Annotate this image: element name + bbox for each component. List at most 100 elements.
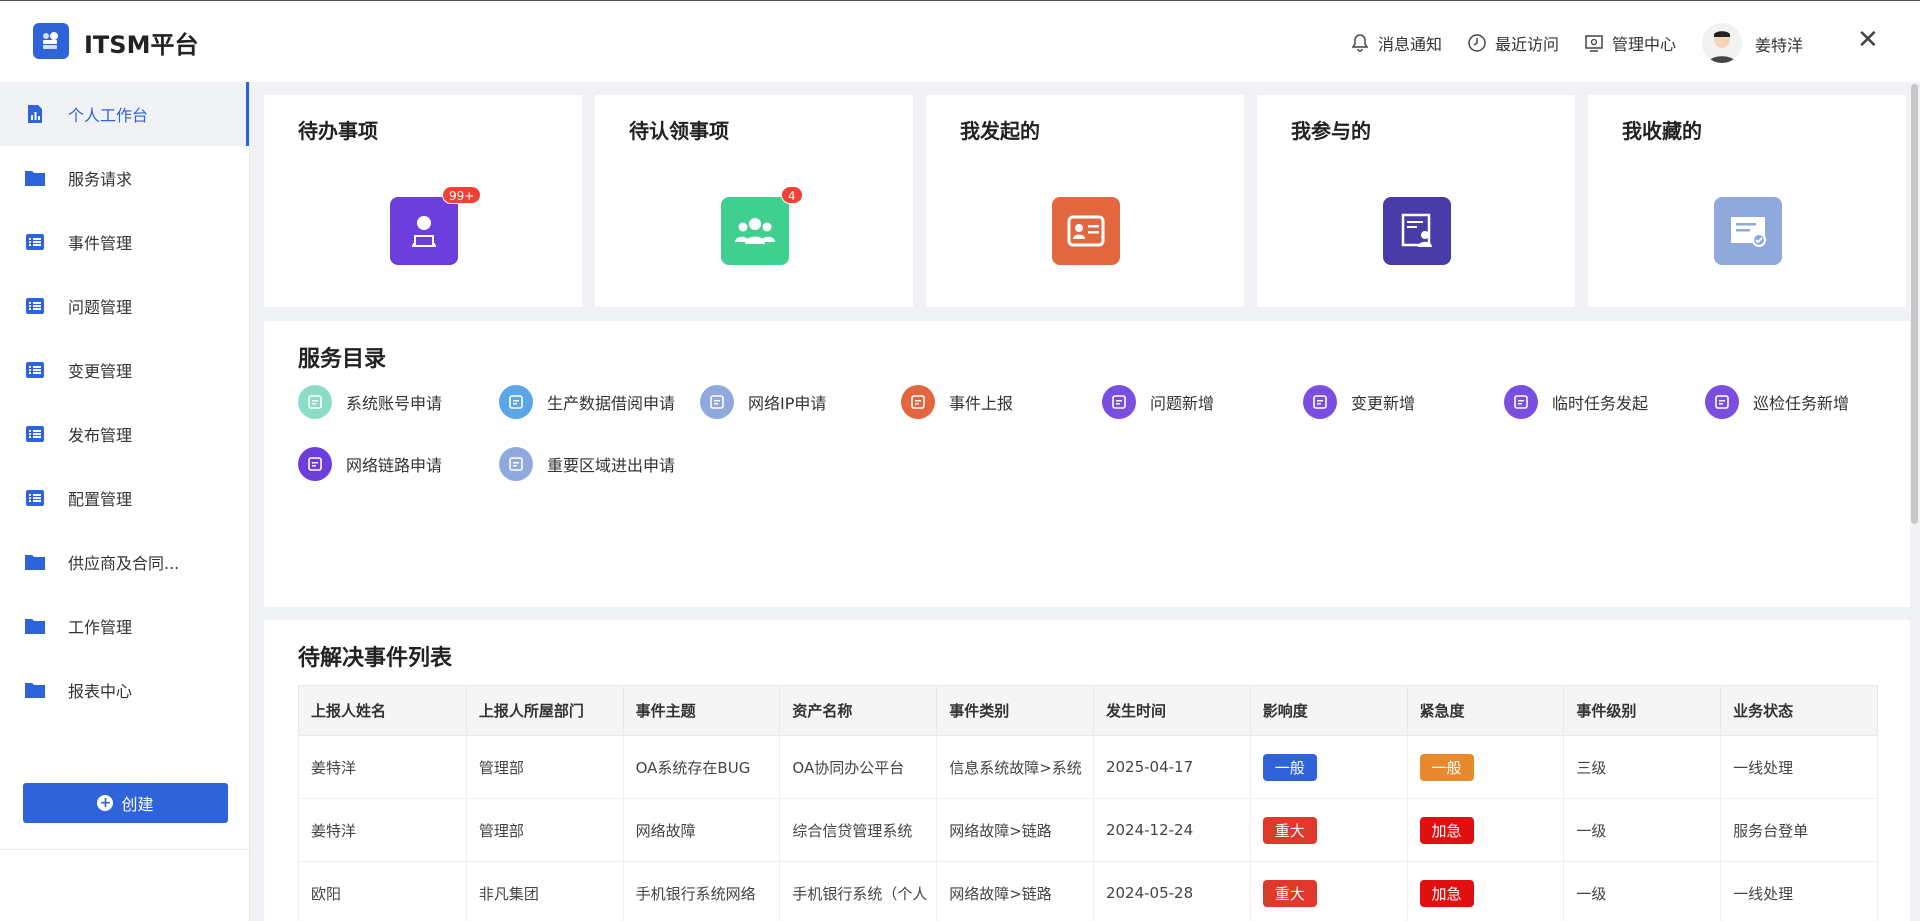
impact-tag: 重大 [1262, 816, 1317, 844]
list-icon [24, 424, 46, 444]
column-header[interactable]: 事件级别 [1563, 685, 1722, 736]
cell-asset: 综合信贷管理系统 [779, 798, 938, 862]
service-icon [499, 447, 533, 481]
admin-link[interactable]: 管理中心 [1584, 31, 1676, 55]
catalog-item-label: 重要区域进出申请 [547, 456, 676, 475]
catalog-item-6[interactable]: 临时任务发起 [1504, 385, 1648, 419]
sidebar-item-3[interactable]: 问题管理 [0, 274, 249, 338]
folder-icon [24, 680, 46, 700]
service-icon [499, 385, 533, 419]
service-icon [298, 385, 332, 419]
sidebar-item-9[interactable]: 报表中心 [0, 658, 249, 722]
sidebar-item-0[interactable]: 个人工作台 [0, 82, 249, 146]
service-icon [298, 447, 332, 481]
monitor-gear-icon [1585, 35, 1603, 52]
catalog-item-5[interactable]: 变更新增 [1303, 385, 1415, 419]
service-icon [1705, 385, 1739, 419]
catalog-item-label: 生产数据借阅申请 [547, 394, 676, 413]
column-header[interactable]: 事件主题 [622, 685, 781, 736]
sidebar-item-2[interactable]: 事件管理 [0, 210, 249, 274]
events-section: 待解决事件列表 上报人姓名 上报人所屋部门 事件主题 资产名称 事件类别 发生时间 影响度紧… [264, 620, 1910, 921]
card-icon [1714, 197, 1782, 265]
card-icon [721, 197, 789, 265]
sidebar-item-4[interactable]: 变更管理 [0, 338, 249, 402]
cell-dept: 非凡集团 [465, 861, 624, 921]
page-scrollbar[interactable] [1911, 84, 1918, 524]
catalog-item-label: 临时任务发起 [1552, 394, 1649, 413]
urgency-tag: 一般 [1419, 753, 1474, 781]
catalog-item-3[interactable]: 事件上报 [901, 385, 1013, 419]
catalog-item-7[interactable]: 巡检任务新增 [1705, 385, 1849, 419]
cell-dept: 管理部 [465, 735, 624, 799]
urgency-tag: 加急 [1419, 816, 1474, 844]
column-header[interactable]: 事件类别 [936, 685, 1094, 736]
service-icon [901, 385, 935, 419]
impact-tag: 一般 [1262, 753, 1317, 781]
plus-icon: + [97, 795, 114, 811]
sidebar-item-7[interactable]: 供应商及合同... [0, 530, 249, 594]
catalog-item-label: 问题新增 [1150, 394, 1215, 413]
list-icon [24, 488, 46, 508]
summary-card-4[interactable]: 我收藏的 [1588, 95, 1906, 307]
catalog-item-1[interactable]: 生产数据借阅申请 [499, 385, 675, 419]
cell-category: 网络故障>链路 [936, 798, 1094, 862]
card-title: 我参与的 [1291, 119, 1371, 143]
avatar[interactable] [1702, 23, 1742, 63]
column-header[interactable]: 紧急度 [1406, 685, 1565, 736]
count-badge: 99+ [442, 186, 482, 204]
sidebar-item-label: 发布管理 [68, 426, 133, 445]
card-title: 我收藏的 [1622, 119, 1702, 143]
cell-reporter: 欧阳 [298, 861, 467, 921]
close-icon[interactable]: ✕ [1857, 27, 1879, 53]
events-title: 待解决事件列表 [298, 646, 453, 671]
cell-subject: OA系统存在BUG [622, 735, 781, 799]
sidebar-item-label: 配置管理 [68, 490, 133, 509]
card-title: 待认领事项 [629, 119, 729, 143]
chart-icon [24, 104, 46, 124]
catalog-item-label: 变更新增 [1351, 394, 1416, 413]
card-title: 我发起的 [960, 119, 1040, 143]
cell-level: 三级 [1563, 735, 1722, 799]
catalog-item-8[interactable]: 网络链路申请 [298, 447, 442, 481]
service-icon [1504, 385, 1538, 419]
clock-icon [1468, 34, 1486, 52]
catalog-item-4[interactable]: 问题新增 [1102, 385, 1214, 419]
column-header[interactable]: 资产名称 [779, 685, 938, 736]
table-row[interactable]: 姜特洋 管理部 OA系统存在BUG OA协同办公平台 信息系统故障>系统 2025-04-… [298, 735, 1878, 799]
summary-card-2[interactable]: 我发起的 [926, 95, 1244, 307]
sidebar-item-6[interactable]: 配置管理 [0, 466, 249, 530]
sidebar-item-label: 工作管理 [68, 618, 133, 637]
sidebar-item-5[interactable]: 发布管理 [0, 402, 249, 466]
table-row[interactable]: 姜特洋 管理部 网络故障 综合信贷管理系统 网络故障>链路 2024-12-24 重大 加急 一… [298, 798, 1878, 862]
recent-link[interactable]: 最近访问 [1467, 31, 1559, 55]
column-header[interactable]: 上报人姓名 [298, 685, 467, 736]
column-header[interactable]: 业务状态 [1720, 685, 1878, 736]
sidebar-item-8[interactable]: 工作管理 [0, 594, 249, 658]
card-icon [390, 197, 458, 265]
summary-card-3[interactable]: 我参与的 [1257, 95, 1575, 307]
catalog-item-2[interactable]: 网络IP申请 [700, 385, 826, 419]
catalog-item-9[interactable]: 重要区域进出申请 [499, 447, 675, 481]
catalog-item-0[interactable]: 系统账号申请 [298, 385, 442, 419]
summary-card-0[interactable]: 待办事项 99+ [264, 95, 582, 307]
card-title: 待办事项 [298, 119, 378, 143]
list-icon [24, 232, 46, 252]
column-header[interactable]: 上报人所屋部门 [465, 685, 624, 736]
sidebar-item-label: 服务请求 [68, 170, 133, 189]
cell-level: 一级 [1563, 798, 1722, 862]
username: 姜特洋 [1755, 36, 1804, 55]
cell-impact: 一般 [1249, 735, 1408, 799]
card-icon [1052, 197, 1120, 265]
column-header[interactable]: 发生时间 [1092, 685, 1251, 736]
top-header: ITSM平台 消息通知 最近访问 管理中心 姜特洋 ✕ [0, 0, 1920, 82]
sidebar-item-1[interactable]: 服务请求 [0, 146, 249, 210]
column-header[interactable]: 影响度 [1249, 685, 1408, 736]
summary-card-1[interactable]: 待认领事项 4 [595, 95, 913, 307]
create-button[interactable]: + 创建 [23, 783, 228, 823]
service-icon [700, 385, 734, 419]
notifications-link[interactable]: 消息通知 [1350, 31, 1442, 55]
table-row[interactable]: 欧阳 非凡集团 手机银行系统网络 手机银行系统（个人 网络故障>链路 2024-05-28… [298, 861, 1878, 921]
notifications-label: 消息通知 [1378, 35, 1443, 54]
cell-urgency: 加急 [1406, 798, 1565, 862]
sidebar-footer [0, 849, 250, 921]
